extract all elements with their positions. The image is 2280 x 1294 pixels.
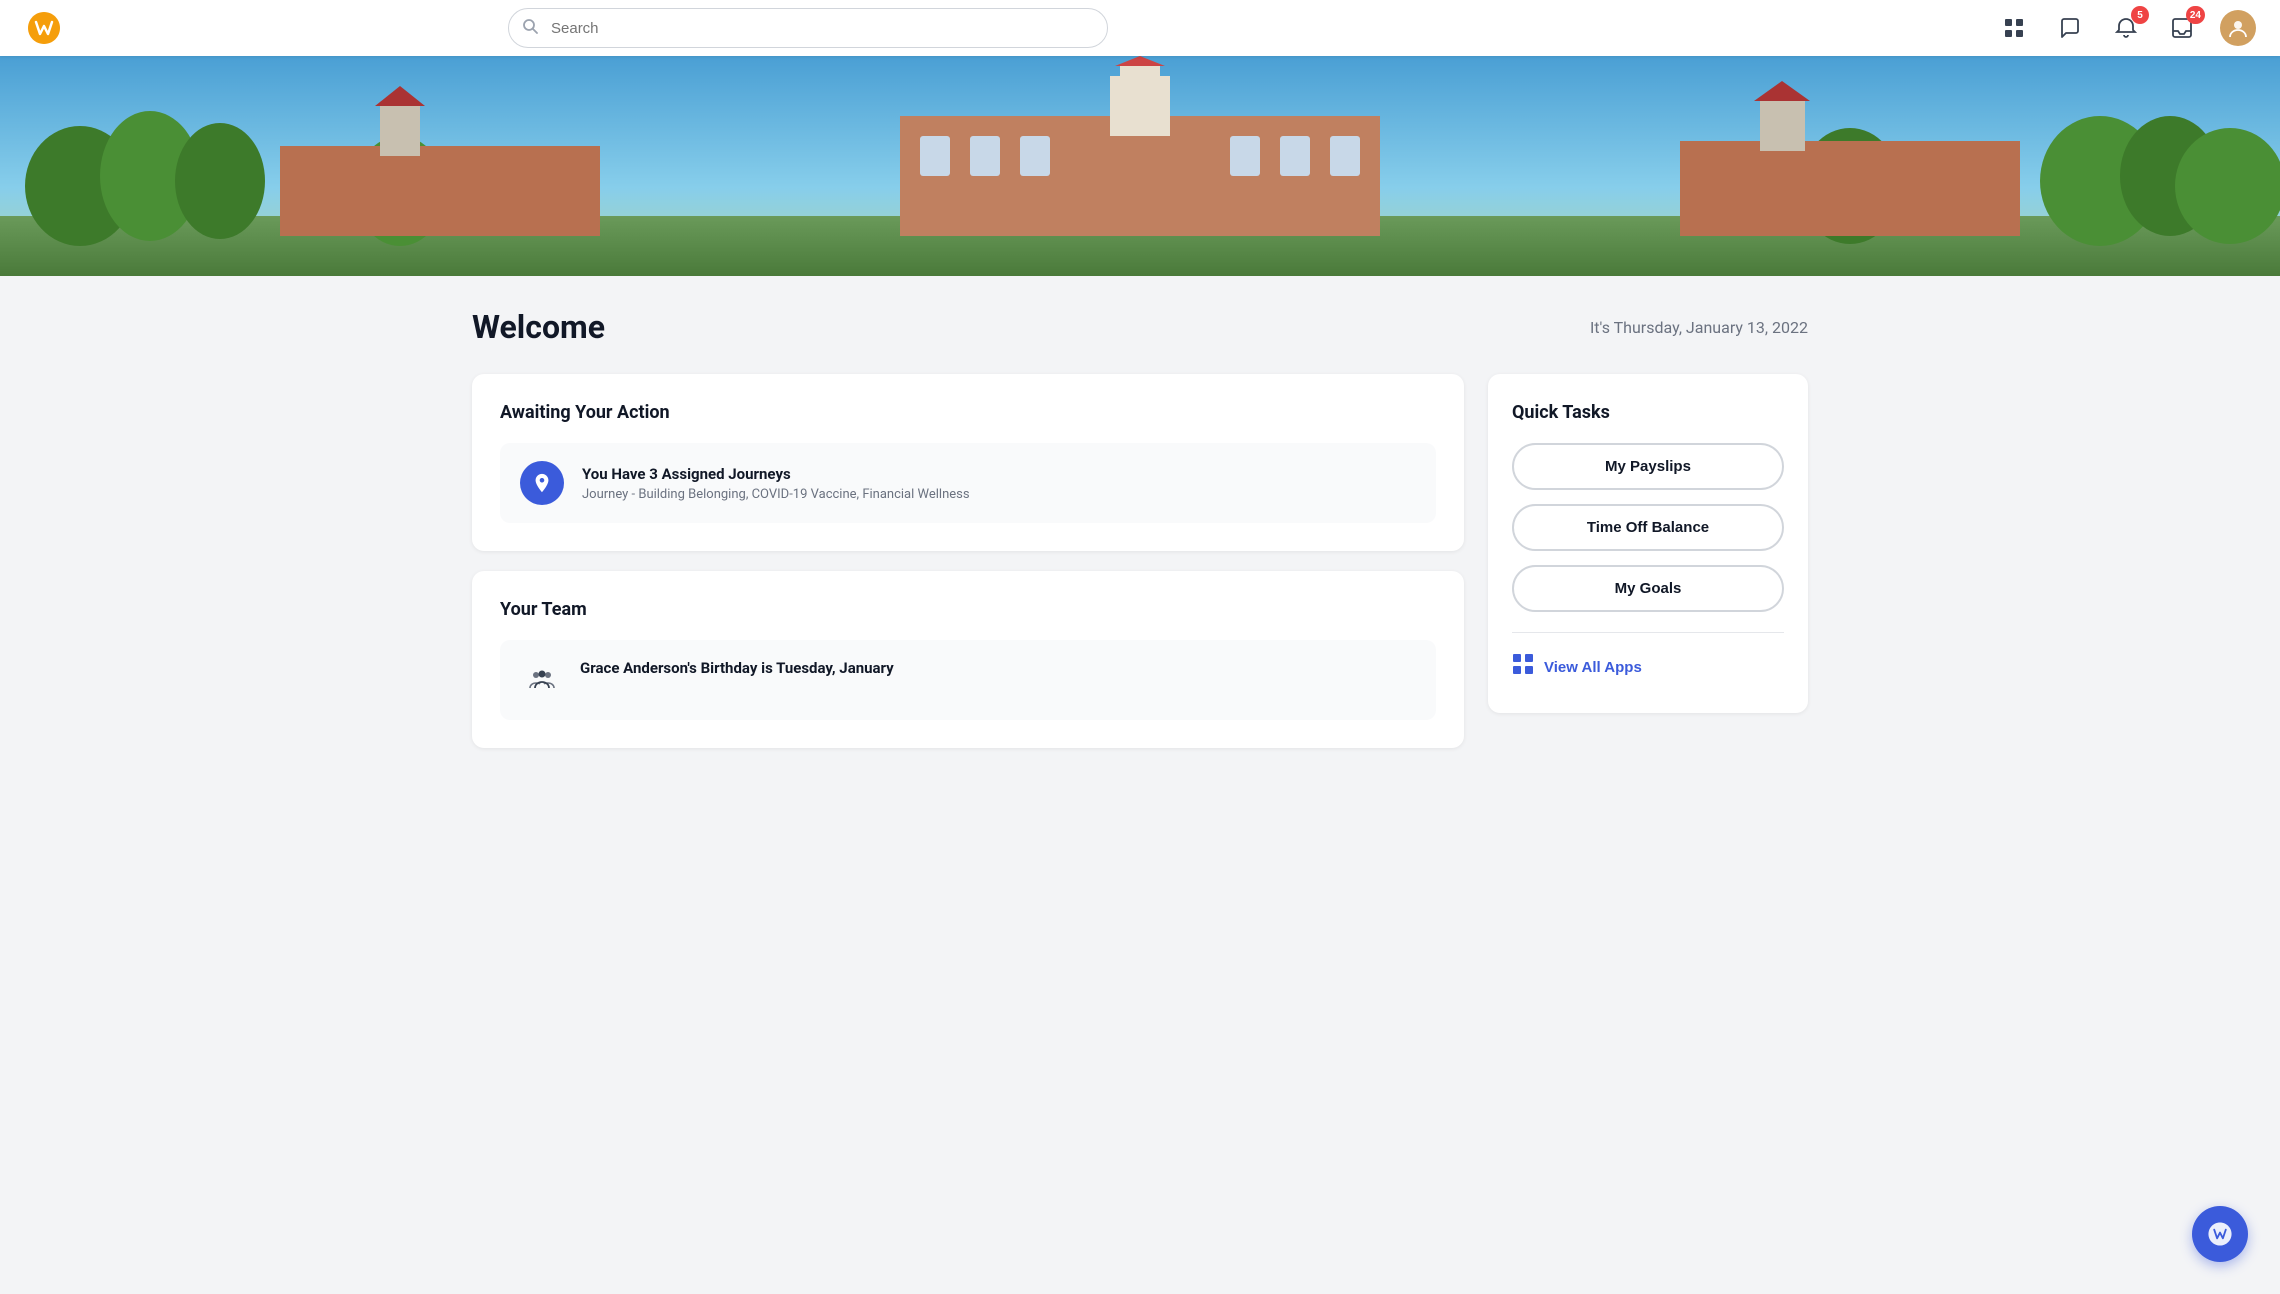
action-title: You Have 3 Assigned Journeys: [582, 465, 970, 483]
action-text-block: You Have 3 Assigned Journeys Journey - B…: [582, 465, 970, 502]
date-display: It's Thursday, January 13, 2022: [1590, 318, 1808, 337]
navbar-actions: 5 24: [1996, 10, 2256, 46]
chat-button[interactable]: [2052, 10, 2088, 46]
awaiting-action-card: Awaiting Your Action You Have 3 Assigned…: [472, 374, 1464, 551]
workday-logo[interactable]: [24, 8, 64, 48]
left-column: Awaiting Your Action You Have 3 Assigned…: [472, 374, 1464, 748]
page-title: Welcome: [472, 308, 605, 346]
search-input[interactable]: [508, 8, 1108, 48]
apps-button[interactable]: [1996, 10, 2032, 46]
quick-tasks-card: Quick Tasks My Payslips Time Off Balance…: [1488, 374, 1808, 713]
inbox-button[interactable]: 24: [2164, 10, 2200, 46]
birthday-team-item[interactable]: Grace Anderson's Birthday is Tuesday, Ja…: [500, 640, 1436, 720]
inbox-badge: 24: [2186, 6, 2205, 24]
quick-tasks-title: Quick Tasks: [1512, 402, 1784, 423]
apps-grid-icon: [1512, 653, 1534, 681]
journey-icon: [520, 461, 564, 505]
journey-action-item[interactable]: You Have 3 Assigned Journeys Journey - B…: [500, 443, 1436, 523]
page-header: Welcome It's Thursday, January 13, 2022: [472, 308, 1808, 346]
avatar[interactable]: [2220, 10, 2256, 46]
time-off-balance-button[interactable]: Time Off Balance: [1512, 504, 1784, 551]
action-subtitle: Journey - Building Belonging, COVID-19 V…: [582, 487, 970, 502]
awaiting-action-title: Awaiting Your Action: [500, 402, 1436, 423]
workday-assistant-fab[interactable]: [2192, 1206, 2248, 1262]
main-content: Welcome It's Thursday, January 13, 2022 …: [440, 276, 1840, 788]
content-grid: Awaiting Your Action You Have 3 Assigned…: [472, 374, 1808, 748]
campus-banner: [0, 56, 2280, 276]
navbar: 5 24: [0, 0, 2280, 56]
search-bar: [508, 8, 1108, 48]
your-team-title: Your Team: [500, 599, 1436, 620]
my-goals-button[interactable]: My Goals: [1512, 565, 1784, 612]
tasks-divider: [1512, 632, 1784, 633]
notifications-badge: 5: [2131, 6, 2149, 24]
team-text-block: Grace Anderson's Birthday is Tuesday, Ja…: [580, 658, 894, 679]
view-all-apps-label: View All Apps: [1544, 659, 1642, 676]
my-payslips-button[interactable]: My Payslips: [1512, 443, 1784, 490]
your-team-card: Your Team Grace: [472, 571, 1464, 748]
notifications-button[interactable]: 5: [2108, 10, 2144, 46]
view-all-apps-button[interactable]: View All Apps: [1512, 649, 1642, 685]
birthday-text: Grace Anderson's Birthday is Tuesday, Ja…: [580, 658, 894, 679]
birthday-icon: [520, 658, 564, 702]
